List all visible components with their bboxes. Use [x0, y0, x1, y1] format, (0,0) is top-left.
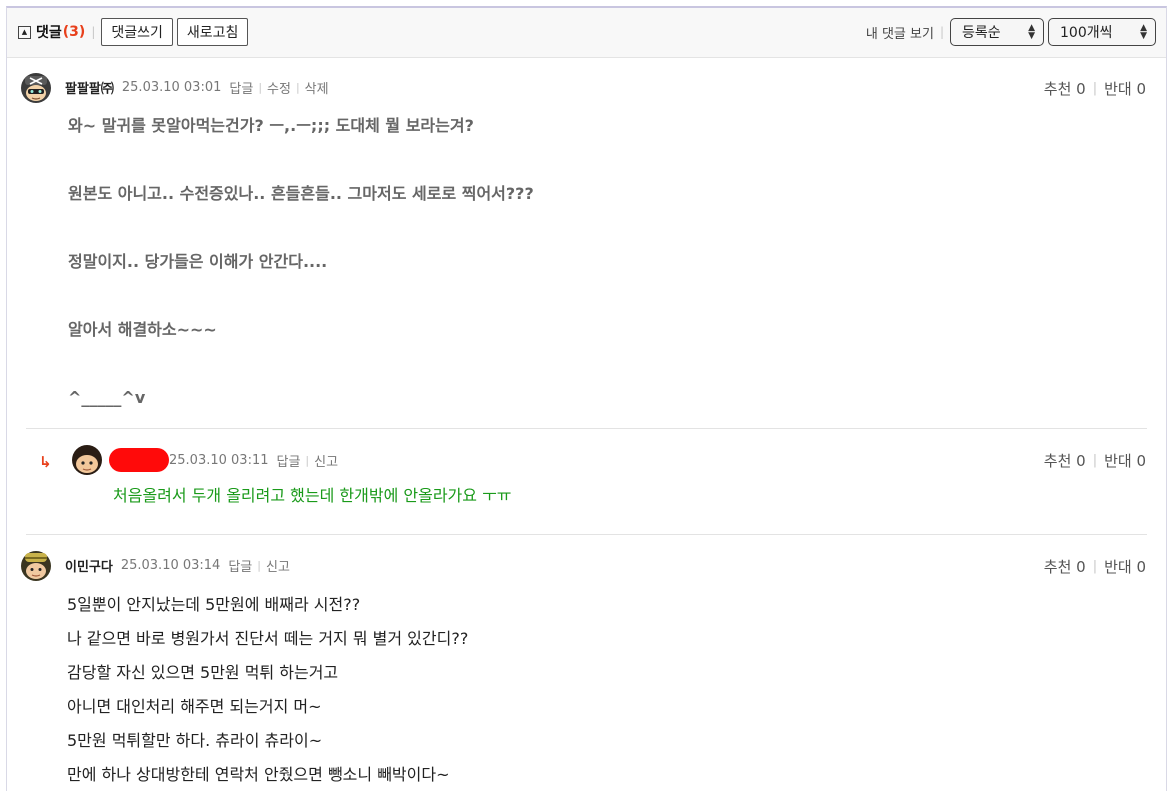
redacted-username [109, 448, 169, 472]
comment-line [68, 211, 534, 245]
comment-body: 5일뿐이 안지났는데 5만원에 배째라 시전?? 나 같으면 바로 병원가서 진… [67, 588, 468, 792]
comment-body: 와~ 말귀를 못알아먹는건가? ㅡ,.ㅡ;;; 도대체 뭘 보라는겨? 원본도 … [68, 109, 534, 415]
comment-line: 5일뿐이 안지났는데 5만원에 배째라 시전?? [67, 595, 361, 614]
comment-item: 이민구다 25.03.10 03:14 답글 | 신고 추천 0 | 반대 0 … [7, 535, 1166, 795]
user-avatar-icon[interactable] [20, 72, 52, 104]
comment-line: 감당할 자신 있으면 5만원 먹튀 하는거고 [67, 663, 339, 682]
reply-link[interactable]: 답글 [229, 78, 253, 97]
comment-line: 정말이지.. 당가들은 이해가 안간다.... [68, 252, 328, 271]
delete-link[interactable]: 삭제 [305, 78, 329, 97]
comment-line: 만에 하나 상대방한테 연락처 안줬으면 뺑소니 빼박이다~ [67, 765, 450, 784]
edit-link[interactable]: 수정 [267, 78, 291, 97]
upvote-button[interactable]: 추천 0 [1044, 450, 1086, 471]
page-size-select-value: 100개씩 [1060, 25, 1113, 41]
comment-date: 25.03.10 03:14 [120, 558, 221, 573]
divider: | [91, 25, 96, 39]
reply-arrow-icon: ↳ [39, 453, 52, 471]
sort-select[interactable]: 등록순 ▲ ▼ [950, 18, 1044, 46]
comment-body: 처음올려서 두개 올리려고 했는데 한개밖에 안올라가요 ㅜㅠ [113, 479, 512, 513]
comment-line [68, 279, 534, 313]
comment-line: 처음올려서 두개 올리려고 했는데 한개밖에 안올라가요 ㅜㅠ [113, 486, 512, 505]
comment-date: 25.03.10 03:11 [169, 452, 269, 468]
my-comments-link[interactable]: 내 댓글 보기 [866, 23, 934, 42]
report-link[interactable]: 신고 [266, 556, 290, 575]
refresh-button[interactable]: 새로고침 [176, 18, 249, 46]
upvote-button[interactable]: 추천 0 [1044, 78, 1086, 99]
comment-item: 팔팔팔㈜ 25.03.10 03:01 답글 | 수정 | 삭제 추천 0 | … [7, 58, 1166, 430]
select-arrows-icon: ▲ ▼ [1140, 23, 1147, 41]
comment-author[interactable]: 이민구다 [65, 556, 113, 575]
comment-line: 아니면 대인처리 해주면 되는거지 머~ [67, 697, 322, 716]
report-link[interactable]: 신고 [314, 451, 338, 470]
comment-toolbar: ▲ 댓글 (3) | 댓글쓰기 새로고침 내 댓글 보기 | 등록순 ▲ ▼ 10… [7, 8, 1166, 58]
comment-line [68, 143, 534, 177]
collapse-toggle-icon[interactable]: ▲ [18, 25, 31, 39]
reply-link[interactable]: 답글 [228, 556, 252, 575]
sort-select-value: 등록순 [962, 25, 1001, 41]
comment-line: 나 같으면 바로 병원가서 진단서 떼는 거지 뭐 별거 있간디?? [67, 629, 469, 648]
comment-line: 알아서 해결하소~~~ [68, 320, 217, 339]
comment-count: (3) [62, 24, 86, 40]
comment-line: 와~ 말귀를 못알아먹는건가? ㅡ,.ㅡ;;; 도대체 뭘 보라는겨? [68, 116, 474, 135]
downvote-button[interactable]: 반대 0 [1104, 78, 1146, 99]
page-size-select[interactable]: 100개씩 ▲ ▼ [1048, 18, 1156, 46]
reply-link[interactable]: 답글 [277, 451, 301, 470]
user-avatar-icon[interactable] [71, 444, 103, 476]
comment-date: 25.03.10 03:01 [121, 80, 222, 95]
downvote-button[interactable]: 반대 0 [1104, 450, 1146, 471]
downvote-button[interactable]: 반대 0 [1104, 556, 1146, 577]
reply-comment-item: ↳ 25.03.10 03:11 답글 | 신고 추천 0 | 반대 0 처음올… [7, 429, 1166, 534]
comment-line: 5만원 먹튀할만 하다. 츄라이 츄라이~ [67, 731, 323, 750]
divider: | [939, 25, 944, 39]
comment-title[interactable]: 댓글 [36, 22, 62, 42]
user-avatar-icon[interactable] [20, 550, 52, 582]
select-arrows-icon: ▲ ▼ [1028, 23, 1035, 41]
comment-line: 원본도 아니고.. 수전증있나.. 흔들흔들.. 그마저도 세로로 찍어서??? [68, 184, 534, 203]
comment-line [68, 347, 534, 381]
comment-section: ▲ 댓글 (3) | 댓글쓰기 새로고침 내 댓글 보기 | 등록순 ▲ ▼ 10… [6, 6, 1167, 791]
write-comment-button[interactable]: 댓글쓰기 [101, 18, 173, 46]
upvote-button[interactable]: 추천 0 [1044, 556, 1086, 577]
comment-line: ^_____^v [68, 388, 146, 407]
comment-author[interactable]: 팔팔팔㈜ [65, 78, 114, 97]
